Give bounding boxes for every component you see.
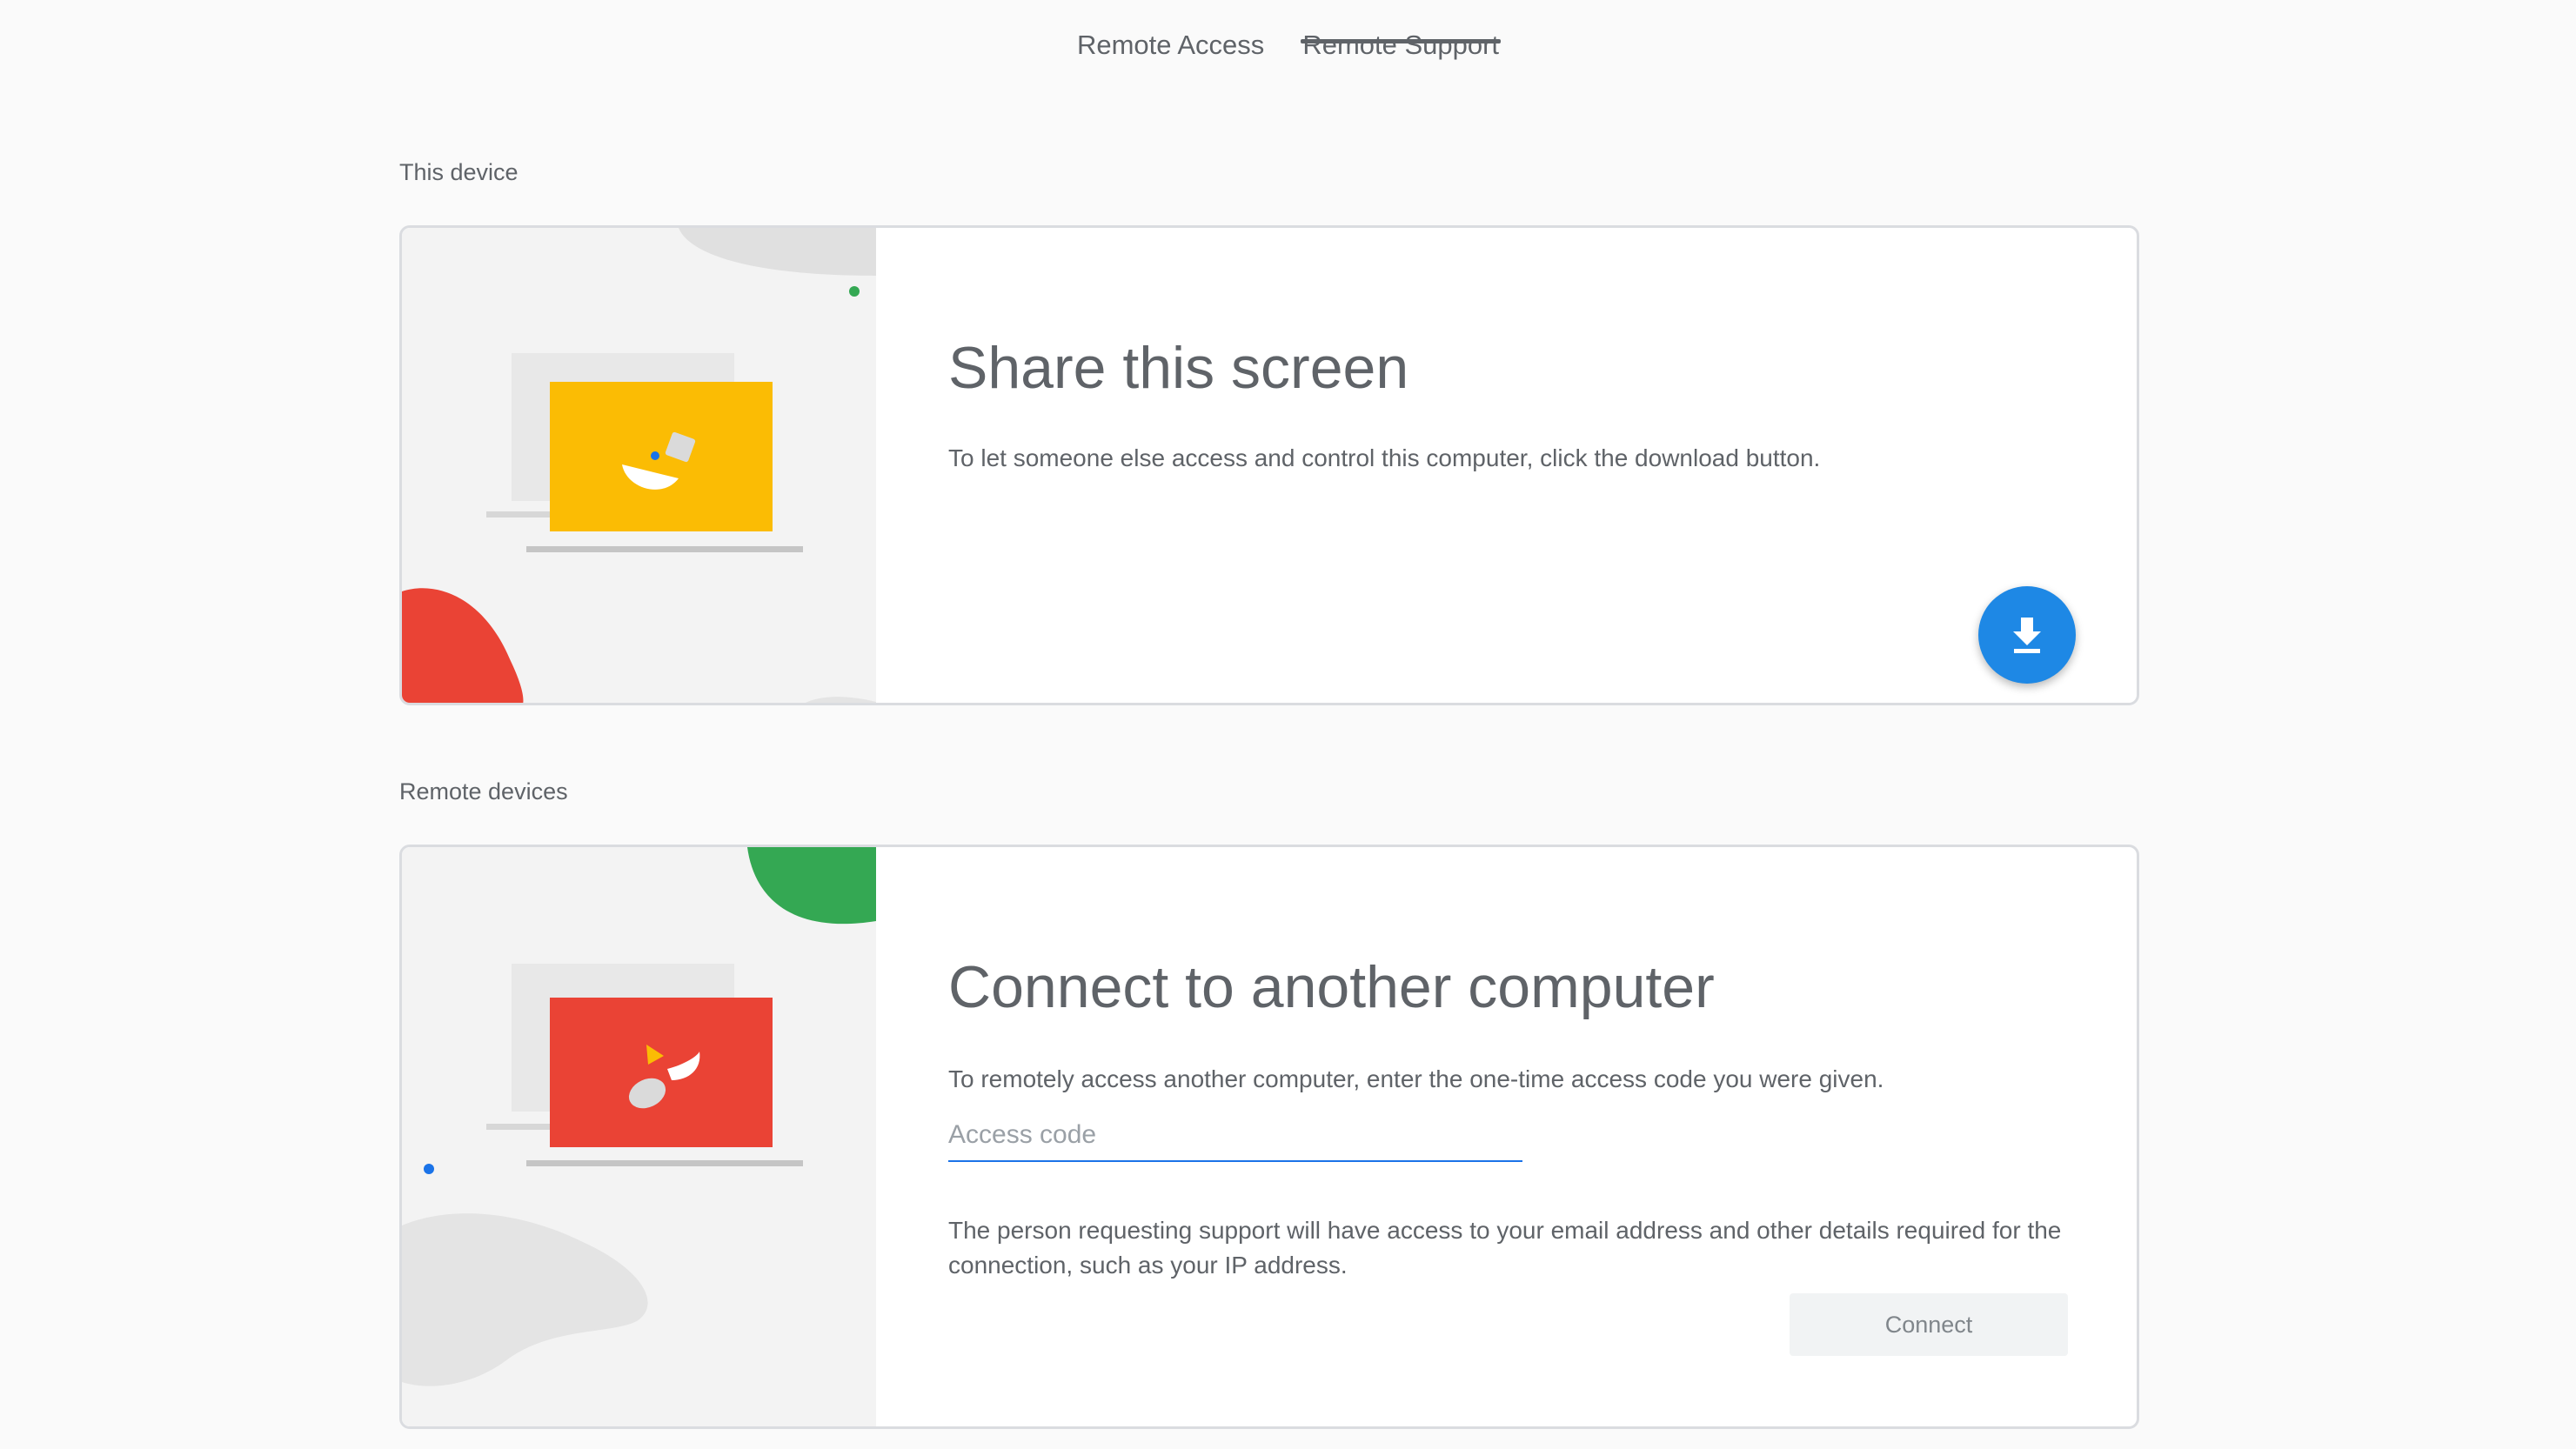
access-code-input[interactable] [948,1110,1522,1160]
section-label-remote-devices: Remote devices [399,778,568,805]
share-screen-illustration [402,228,876,703]
share-laptop-illustration [402,228,876,703]
connect-title: Connect to another computer [948,954,1715,1020]
connect-button[interactable]: Connect [1790,1293,2068,1356]
connect-description: To remotely access another computer, ent… [948,1065,1884,1092]
share-screen-description: To let someone else access and control t… [948,444,1821,471]
connect-laptop-illustration [402,847,876,1386]
share-screen-title: Share this screen [948,335,1409,401]
tab-remote-access-label: Remote Access [1076,30,1265,60]
privacy-notice: The person requesting support will have … [948,1217,2062,1279]
section-label-this-device: This device [399,159,519,185]
share-screen-body: Share this screen To let someone else ac… [948,228,2067,703]
tab-remote-support-label: Remote Support [1302,30,1500,60]
connect-illustration [402,847,876,1426]
connect-card: Connect to another computer To remotely … [399,845,2139,1429]
download-icon [2013,618,2041,653]
tab-remote-access[interactable]: Remote Access [1075,0,1266,60]
share-screen-card: Share this screen To let someone else ac… [399,225,2139,705]
access-code-field [948,1110,1522,1162]
tab-bar: Remote Access Remote Support [0,0,2576,87]
tab-remote-support[interactable]: Remote Support [1301,0,1501,60]
download-button[interactable] [1978,586,2076,684]
